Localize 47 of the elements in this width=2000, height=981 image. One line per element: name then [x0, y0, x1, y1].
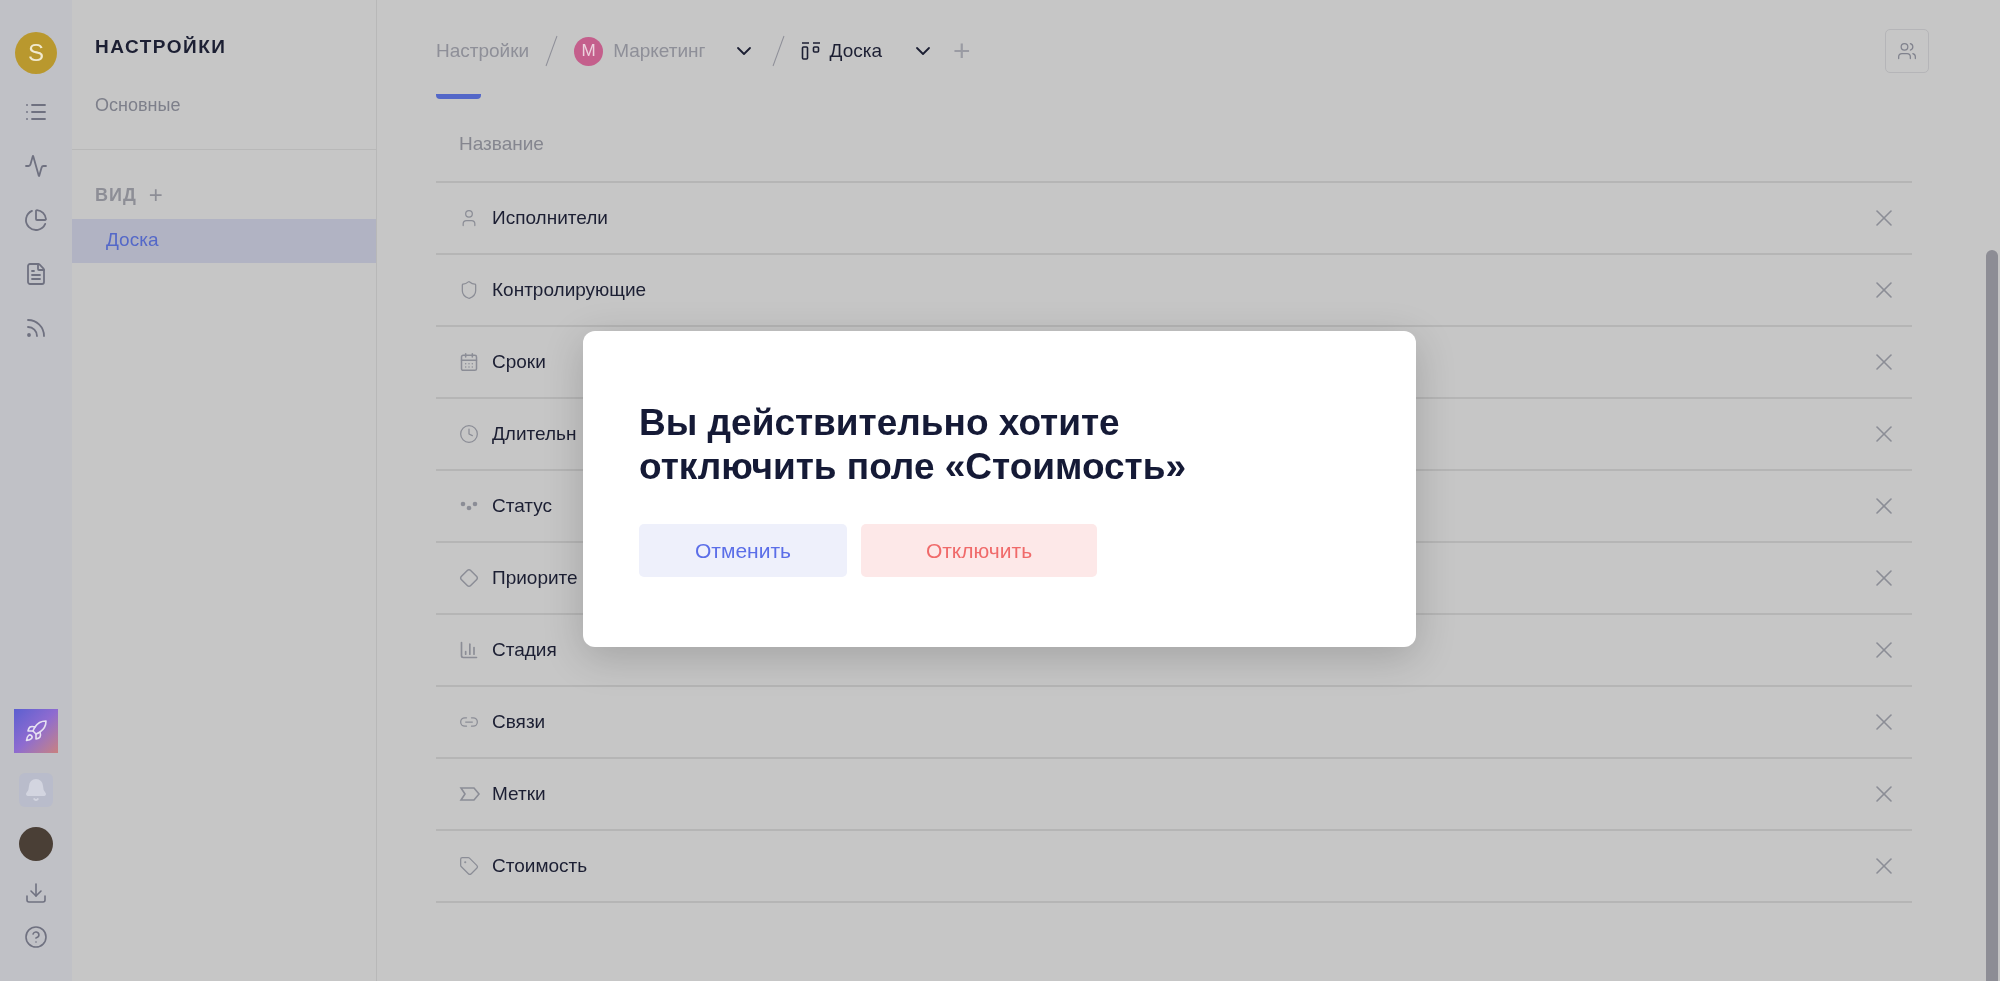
field-name: Метки	[492, 781, 546, 806]
profile-avatar[interactable]	[19, 827, 53, 861]
clock-icon	[459, 424, 479, 444]
field-name: Связи	[492, 709, 546, 734]
board-icon	[800, 41, 821, 61]
help-icon[interactable]	[24, 925, 48, 949]
field-name: Стадия	[492, 637, 557, 662]
rocket-button[interactable]	[14, 709, 58, 753]
add-view-button[interactable]: +	[148, 183, 163, 207]
field-name: Исполнители	[492, 205, 608, 230]
label-icon	[459, 784, 481, 804]
sidebar-title: НАСТРОЙКИ	[94, 35, 228, 59]
pulse-icon[interactable]	[24, 154, 48, 178]
people-icon	[1897, 41, 1917, 61]
column-header: Название	[436, 99, 1912, 183]
view-item[interactable]: Доска	[72, 218, 376, 263]
project-name[interactable]: Маркетинг	[613, 36, 706, 66]
sidebar-item[interactable]: Основные	[72, 83, 376, 127]
tab-indicator	[436, 94, 481, 99]
field-name: Длительн	[492, 421, 577, 446]
tag-icon	[459, 856, 479, 876]
field-name: Стоимость	[492, 853, 588, 878]
calendar-icon	[459, 352, 479, 372]
bars-icon	[459, 640, 479, 660]
add-view-button[interactable]: +	[953, 36, 971, 66]
shield-icon	[459, 280, 479, 300]
feed-icon[interactable]	[24, 316, 48, 340]
view-name[interactable]: Доска	[829, 36, 882, 66]
field-name: Контролирующие	[492, 277, 647, 302]
section-title: ВИД	[95, 183, 137, 207]
members-button[interactable]	[1885, 29, 1929, 73]
field-name: Приорите	[492, 565, 578, 590]
cancel-button[interactable]: Отменить	[639, 524, 847, 577]
breadcrumb-link[interactable]: Настройки	[436, 36, 530, 66]
dialog-title: Вы действительно хотите отключить поле «Стоимость»	[639, 401, 1188, 489]
diamond-icon	[459, 568, 479, 588]
project-avatar: М	[574, 36, 604, 66]
notification-button[interactable]	[19, 773, 53, 807]
disable-button[interactable]: Отключить	[861, 524, 1097, 577]
field-name: Сроки	[492, 349, 546, 374]
download-icon[interactable]	[24, 881, 48, 905]
rocket-icon	[24, 719, 48, 743]
document-icon[interactable]	[24, 262, 48, 286]
field-name: Статус	[492, 493, 553, 518]
bell-icon	[24, 778, 48, 802]
pie-chart-icon[interactable]	[24, 208, 48, 232]
user-avatar[interactable]: S	[15, 32, 57, 74]
